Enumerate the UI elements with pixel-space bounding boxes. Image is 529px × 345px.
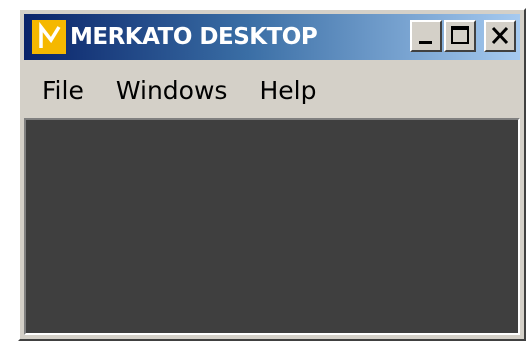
merkato-logo-icon[interactable] (32, 20, 66, 54)
window-title: MERKATO DESKTOP (70, 24, 318, 50)
menu-windows[interactable]: Windows (98, 68, 242, 114)
menu-help[interactable]: Help (241, 68, 330, 114)
close-icon (491, 26, 509, 45)
minimize-icon (419, 41, 432, 44)
maximize-icon (451, 26, 469, 44)
minimize-button[interactable] (410, 20, 442, 52)
maximize-button[interactable] (444, 20, 476, 52)
window-controls (410, 20, 516, 54)
menu-file[interactable]: File (24, 68, 98, 114)
title-bar[interactable]: MERKATO DESKTOP (24, 14, 520, 60)
merkato-desktop-window: MERKATO DESKTOP File Windows Help (18, 8, 526, 341)
desktop-area[interactable] (24, 118, 520, 335)
menu-bar: File Windows Help (24, 68, 520, 114)
close-button[interactable] (484, 20, 516, 52)
